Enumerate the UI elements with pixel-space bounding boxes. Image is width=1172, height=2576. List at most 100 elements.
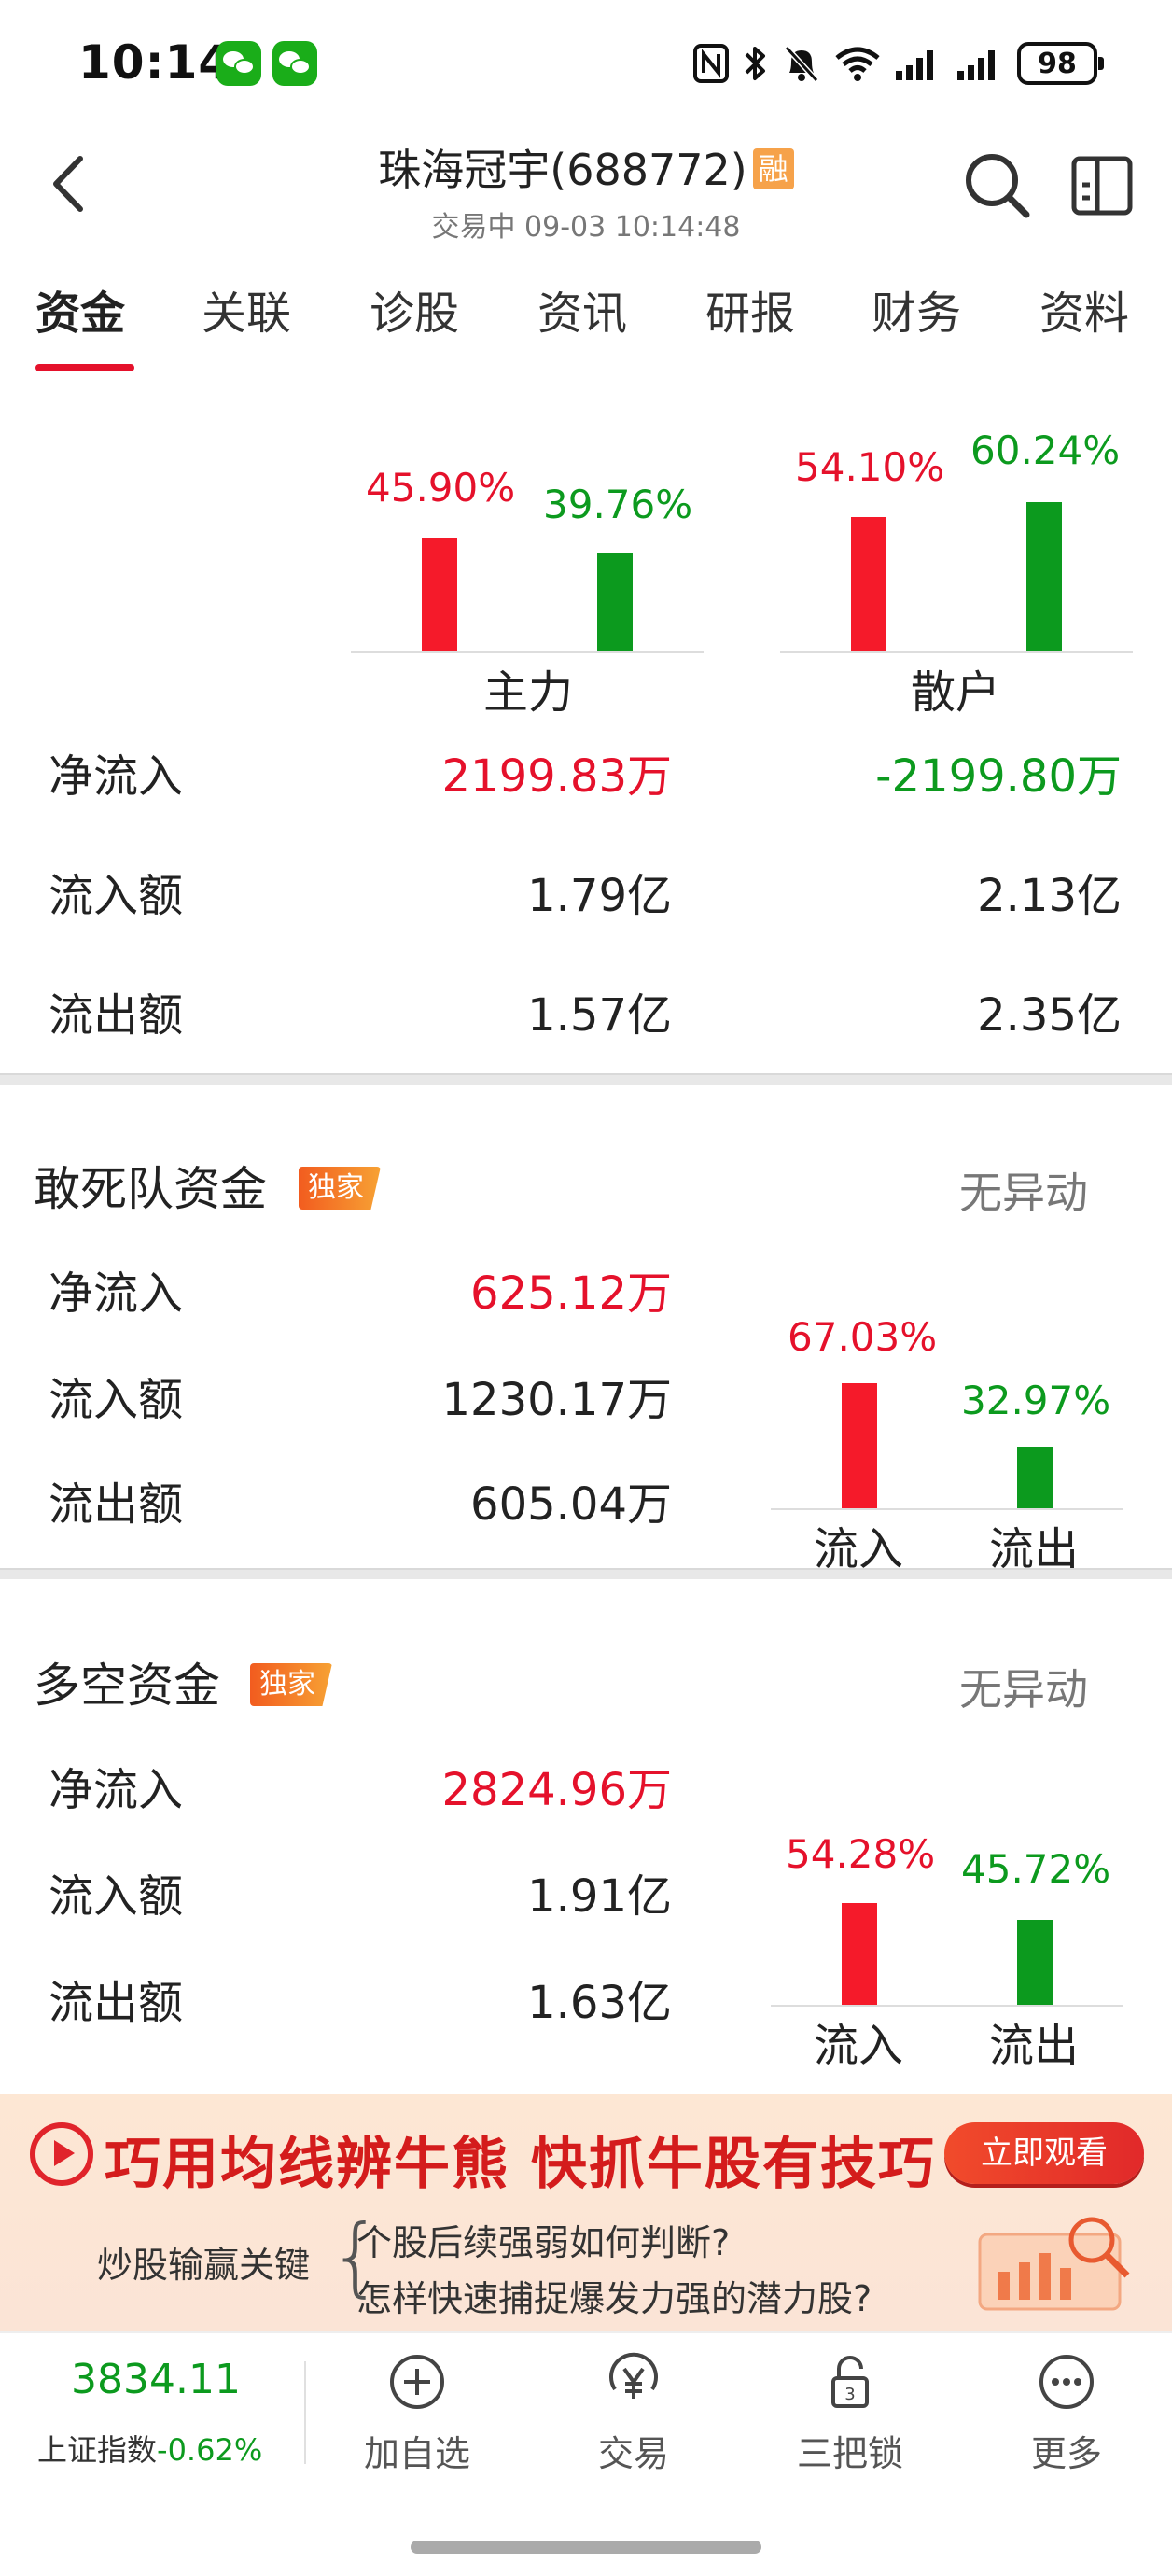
tab-news[interactable]: 资讯	[537, 276, 627, 342]
search-icon[interactable]	[961, 149, 1032, 220]
signal-icon	[896, 50, 933, 80]
main-inflow-bar	[422, 538, 457, 651]
retail-net-inflow: -2199.80万	[875, 750, 1122, 803]
clock: 10:14	[78, 35, 232, 90]
longshort-out-label: 流出	[988, 2020, 1079, 2072]
index-name: 上证指数	[37, 2432, 158, 2468]
longshort-status[interactable]: 无异动	[959, 1656, 1088, 1717]
yen-circle-icon	[609, 2352, 658, 2399]
index-value[interactable]: 3834.11	[71, 2356, 241, 2403]
tab-active-indicator	[35, 364, 134, 371]
watch-now-button[interactable]: 立即观看	[944, 2122, 1144, 2184]
main-outflow-pct: 39.76%	[543, 482, 693, 527]
daredevil-title: 敢死队资金	[34, 1162, 267, 1216]
home-indicator[interactable]	[411, 2541, 761, 2554]
promo-banner[interactable]: 巧用均线辨牛熊 快抓牛股有技巧 立即观看 炒股输赢关键 { 个股后续强弱如何判断…	[0, 2094, 1172, 2331]
play-icon	[30, 2122, 93, 2186]
index-info[interactable]: 上证指数-0.62%	[37, 2427, 262, 2470]
tab-finance[interactable]: 财务	[872, 276, 961, 342]
main-chart-baseline	[351, 651, 704, 653]
banner-question-1: 个股后续强弱如何判断?	[356, 2222, 731, 2263]
main-outflow-bar	[597, 553, 633, 651]
main-flow-section: 45.90% 39.76% 主力 54.10% 60.24% 散户 净流入 21…	[0, 379, 1172, 1070]
layout-switch-icon[interactable]	[1069, 151, 1135, 218]
longshort-outflow: 1.63亿	[527, 1977, 672, 2029]
retail-chart-baseline	[780, 651, 1133, 653]
longshort-net-inflow: 2824.96万	[441, 1764, 673, 1816]
stock-header: 珠海冠宇(688772) 融 交易中 09-03 10:14:48	[0, 131, 1172, 252]
daredevil-net-inflow: 625.12万	[470, 1267, 672, 1320]
tab-related[interactable]: 关联	[202, 276, 291, 342]
longshort-inflow: 1.91亿	[527, 1870, 672, 1923]
battery-icon: 98	[1017, 42, 1104, 85]
mute-bell-icon	[784, 45, 819, 83]
exclusive-badge: 独家	[299, 1167, 381, 1210]
longshort-in-pct: 54.28%	[786, 1831, 936, 1877]
longshort-in-bar	[842, 1903, 877, 2005]
banner-left-text: 炒股输赢关键	[97, 2245, 311, 2286]
inflow-amount-label: 流入额	[49, 870, 184, 922]
three-locks-button[interactable]: 3 三把锁	[780, 2352, 920, 2476]
longshort-out-bar	[1017, 1920, 1053, 2005]
trade-button[interactable]: 交易	[564, 2352, 704, 2476]
retail-inflow-amount: 2.13亿	[977, 870, 1122, 922]
nav-label: 加自选	[363, 2433, 470, 2474]
main-net-inflow: 2199.83万	[441, 750, 673, 803]
daredevil-inflow: 1230.17万	[441, 1374, 673, 1426]
tab-profile[interactable]: 资料	[1039, 276, 1129, 342]
longshort-out-pct: 45.72%	[961, 1846, 1111, 1892]
net-inflow-label: 净流入	[49, 750, 184, 803]
daredevil-net-label: 净流入	[49, 1267, 184, 1320]
banner-question-2: 怎样快速捕捉爆发力强的潜力股?	[356, 2278, 872, 2319]
outflow-amount-label: 流出额	[49, 989, 184, 1042]
longshort-outflow-label: 流出额	[49, 1977, 184, 2029]
nfc-icon	[693, 44, 729, 83]
section-divider	[0, 1568, 1172, 1579]
longshort-chart-baseline	[771, 2005, 1123, 2007]
daredevil-outflow-label: 流出额	[49, 1478, 184, 1531]
daredevil-inflow-label: 流入额	[49, 1374, 184, 1426]
retail-outflow-pct: 60.24%	[970, 427, 1121, 473]
longshort-in-label: 流入	[813, 2020, 903, 2072]
retail-inflow-pct: 54.10%	[795, 444, 945, 490]
main-inflow-pct: 45.90%	[366, 465, 516, 511]
nav-label: 三把锁	[796, 2433, 903, 2474]
nav-label: 更多	[1030, 2433, 1102, 2474]
margin-badge: 融	[752, 148, 794, 189]
daredevil-out-pct: 32.97%	[961, 1378, 1111, 1423]
longshort-title: 多空资金	[34, 1659, 220, 1713]
wechat-icon	[216, 41, 261, 86]
longshort-net-label: 净流入	[49, 1764, 184, 1816]
daredevil-out-bar	[1017, 1447, 1053, 1508]
battery-level: 98	[1038, 47, 1077, 80]
plus-circle-icon	[390, 2355, 444, 2409]
svg-text:3: 3	[844, 2385, 855, 2404]
nav-separator	[304, 2361, 306, 2464]
exclusive-badge: 独家	[250, 1663, 332, 1706]
longshort-inflow-label: 流入额	[49, 1870, 184, 1923]
bluetooth-icon	[745, 47, 765, 80]
main-inflow-amount: 1.79亿	[527, 870, 672, 922]
section-divider	[0, 1073, 1172, 1085]
retail-inflow-bar	[851, 517, 886, 651]
retail-outflow-bar	[1026, 502, 1062, 651]
add-watchlist-button[interactable]: 加自选	[347, 2352, 487, 2476]
tab-funds[interactable]: 资金	[35, 276, 125, 342]
retail-label: 散户	[910, 666, 1000, 719]
more-button[interactable]: 更多	[997, 2352, 1137, 2476]
nav-label: 交易	[597, 2433, 669, 2474]
wifi-icon	[835, 47, 880, 81]
signal-icon	[957, 50, 995, 80]
main-outflow-amount: 1.57亿	[527, 989, 672, 1042]
retail-outflow-amount: 2.35亿	[977, 989, 1122, 1042]
main-force-label: 主力	[482, 666, 573, 719]
daredevil-status[interactable]: 无异动	[959, 1159, 1088, 1221]
tab-diagnosis[interactable]: 诊股	[370, 276, 459, 342]
status-bar: 10:14 98	[0, 0, 1172, 131]
bottom-nav: 3834.11 上证指数-0.62% 加自选 交易 3 三把锁 更多	[0, 2331, 1172, 2576]
page-title: 珠海冠宇(688772)	[378, 145, 747, 195]
index-change: -0.62%	[157, 2432, 263, 2468]
more-icon	[1039, 2355, 1094, 2409]
tab-research[interactable]: 研报	[705, 276, 795, 342]
banner-headline: 巧用均线辨牛熊 快抓牛股有技巧	[105, 2132, 936, 2197]
